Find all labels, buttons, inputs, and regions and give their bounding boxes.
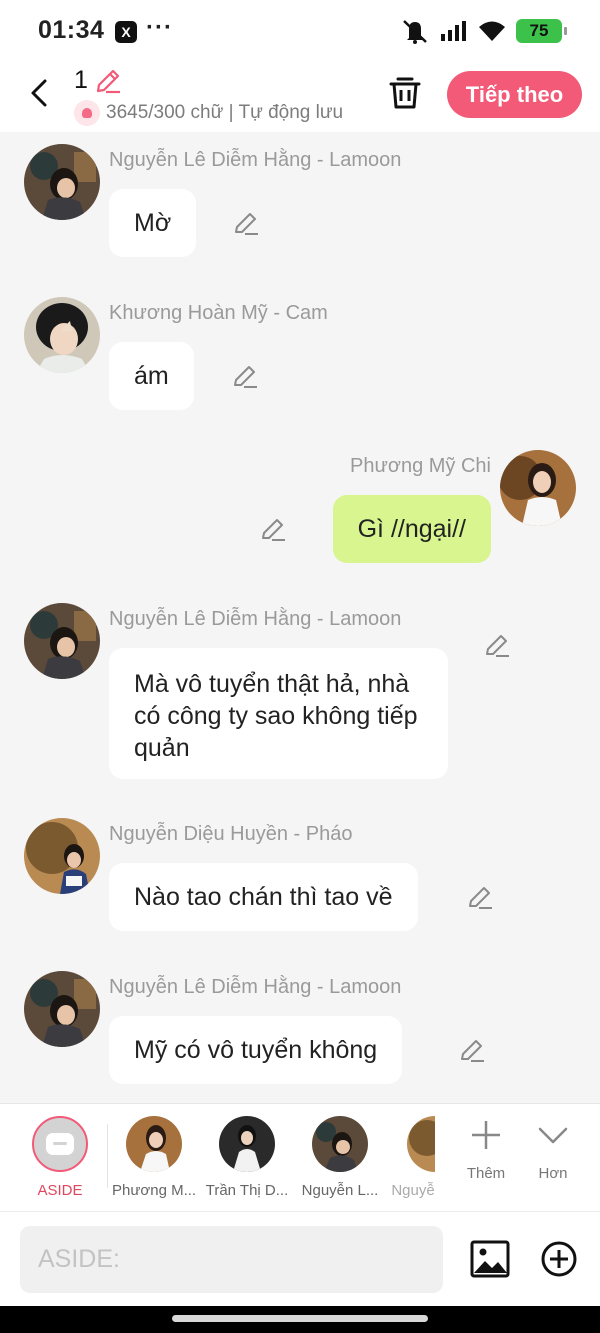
edit-icon[interactable] xyxy=(466,883,494,911)
message-item: Nguyễn Diệu Huyền - Pháo Nào tao chán th… xyxy=(0,806,600,956)
message-item-own: Phương Mỹ Chi Gì //ngại// xyxy=(0,438,600,588)
bell-icon xyxy=(74,100,100,126)
message-list: Nguyễn Lê Diễm Hằng - Lamoon Mờ Khương H… xyxy=(0,132,600,1103)
status-bar: 01:34 X ··· 75 xyxy=(0,0,600,62)
message-item: Nguyễn Lê Diễm Hằng - Lamoon Mỹ có vô tu… xyxy=(0,959,600,1103)
avatar[interactable] xyxy=(500,450,576,526)
chevron-left-icon xyxy=(31,79,47,107)
status-icons: 75 xyxy=(400,18,567,44)
more-label: Hơn xyxy=(538,1165,568,1182)
message-bubble[interactable]: Mờ xyxy=(109,189,197,257)
avatar[interactable] xyxy=(24,971,100,1047)
page-title: 1 xyxy=(74,66,88,94)
sender-name: Phương Mỹ Chi xyxy=(350,455,491,477)
edit-icon[interactable] xyxy=(232,209,260,237)
insert-image-button[interactable] xyxy=(470,1240,510,1278)
expand-button[interactable]: Hơn xyxy=(523,1118,583,1182)
plus-icon xyxy=(472,1121,500,1149)
status-time: 01:34 xyxy=(38,16,105,44)
edit-icon[interactable] xyxy=(259,515,287,543)
character-item[interactable]: Nguyễ xyxy=(391,1116,435,1199)
add-button[interactable] xyxy=(540,1240,578,1278)
word-count-status: 3645/300 chữ | Tự động lưu xyxy=(106,102,344,123)
plus-circle-icon xyxy=(541,1241,577,1277)
chevron-down-icon xyxy=(538,1127,568,1144)
character-label: ASIDE xyxy=(37,1182,83,1199)
edit-icon[interactable] xyxy=(458,1036,486,1064)
character-label: Phương M... xyxy=(112,1182,196,1199)
system-nav-bar xyxy=(0,1306,600,1333)
avatar xyxy=(126,1116,182,1172)
sender-name: Nguyễn Diệu Huyền - Pháo xyxy=(109,823,353,845)
sender-name: Khương Hoàn Mỹ - Cam xyxy=(109,302,328,324)
divider xyxy=(107,1124,108,1188)
message-bubble[interactable]: ám xyxy=(109,342,194,410)
sender-name: Nguyễn Lê Diễm Hằng - Lamoon xyxy=(109,149,402,171)
message-bubble[interactable]: Mỹ có vô tuyển không xyxy=(109,1016,403,1084)
avatar[interactable] xyxy=(24,603,100,679)
x-app-icon: X xyxy=(115,21,137,43)
avatar[interactable] xyxy=(24,818,100,894)
avatar xyxy=(219,1116,275,1172)
character-aside[interactable]: ASIDE xyxy=(18,1116,102,1199)
avatar[interactable] xyxy=(24,297,100,373)
add-character-button[interactable]: Thêm xyxy=(456,1118,516,1182)
edit-title-icon[interactable] xyxy=(94,67,122,95)
next-button[interactable]: Tiếp theo xyxy=(447,71,582,118)
edit-icon[interactable] xyxy=(483,631,511,659)
back-button[interactable] xyxy=(22,76,56,110)
signal-icon xyxy=(441,21,466,41)
battery-icon: 75 xyxy=(516,19,567,43)
character-item[interactable]: Phương M... xyxy=(112,1116,196,1199)
avatar[interactable] xyxy=(24,144,100,220)
edit-icon[interactable] xyxy=(231,362,259,390)
message-item: Khương Hoàn Mỹ - Cam ám xyxy=(0,285,600,435)
title-row[interactable]: 1 xyxy=(74,66,122,95)
delete-button[interactable] xyxy=(386,74,424,112)
character-label: Nguyễ xyxy=(391,1182,435,1199)
message-item: Nguyễn Lê Diễm Hằng - Lamoon Mờ xyxy=(0,132,600,282)
image-icon xyxy=(470,1240,510,1278)
character-label: Nguyễn L... xyxy=(301,1182,379,1199)
message-bubble[interactable]: Mà vô tuyển thật hả, nhà có công ty sao … xyxy=(109,648,448,779)
character-item[interactable]: Trần Thị D... xyxy=(205,1116,289,1199)
character-selector: ASIDE Phương M... Trần Thị D... Nguyễn L… xyxy=(0,1103,600,1211)
aside-icon xyxy=(32,1116,88,1172)
avatar xyxy=(312,1116,368,1172)
avatar xyxy=(407,1116,435,1172)
composer xyxy=(0,1211,600,1306)
character-label: Trần Thị D... xyxy=(205,1182,289,1199)
message-bubble[interactable]: Gì //ngại// xyxy=(332,495,491,563)
mute-icon xyxy=(403,20,427,44)
wifi-icon xyxy=(479,21,505,41)
editor-header: 1 3645/300 chữ | Tự động lưu Tiếp theo xyxy=(0,62,600,132)
add-label: Thêm xyxy=(466,1165,506,1182)
word-count-row: 3645/300 chữ | Tự động lưu xyxy=(74,100,343,126)
trash-icon xyxy=(389,77,421,109)
home-indicator[interactable] xyxy=(172,1315,428,1322)
character-item[interactable]: Nguyễn L... xyxy=(298,1116,382,1199)
message-bubble[interactable]: Nào tao chán thì tao về xyxy=(109,863,418,931)
sender-name: Nguyễn Lê Diễm Hằng - Lamoon xyxy=(109,608,402,630)
message-item: Nguyễn Lê Diễm Hằng - Lamoon Mà vô tuyển… xyxy=(0,591,600,806)
sender-name: Nguyễn Lê Diễm Hằng - Lamoon xyxy=(109,976,402,998)
more-notifications-icon: ··· xyxy=(146,14,173,41)
message-input[interactable] xyxy=(20,1226,443,1293)
